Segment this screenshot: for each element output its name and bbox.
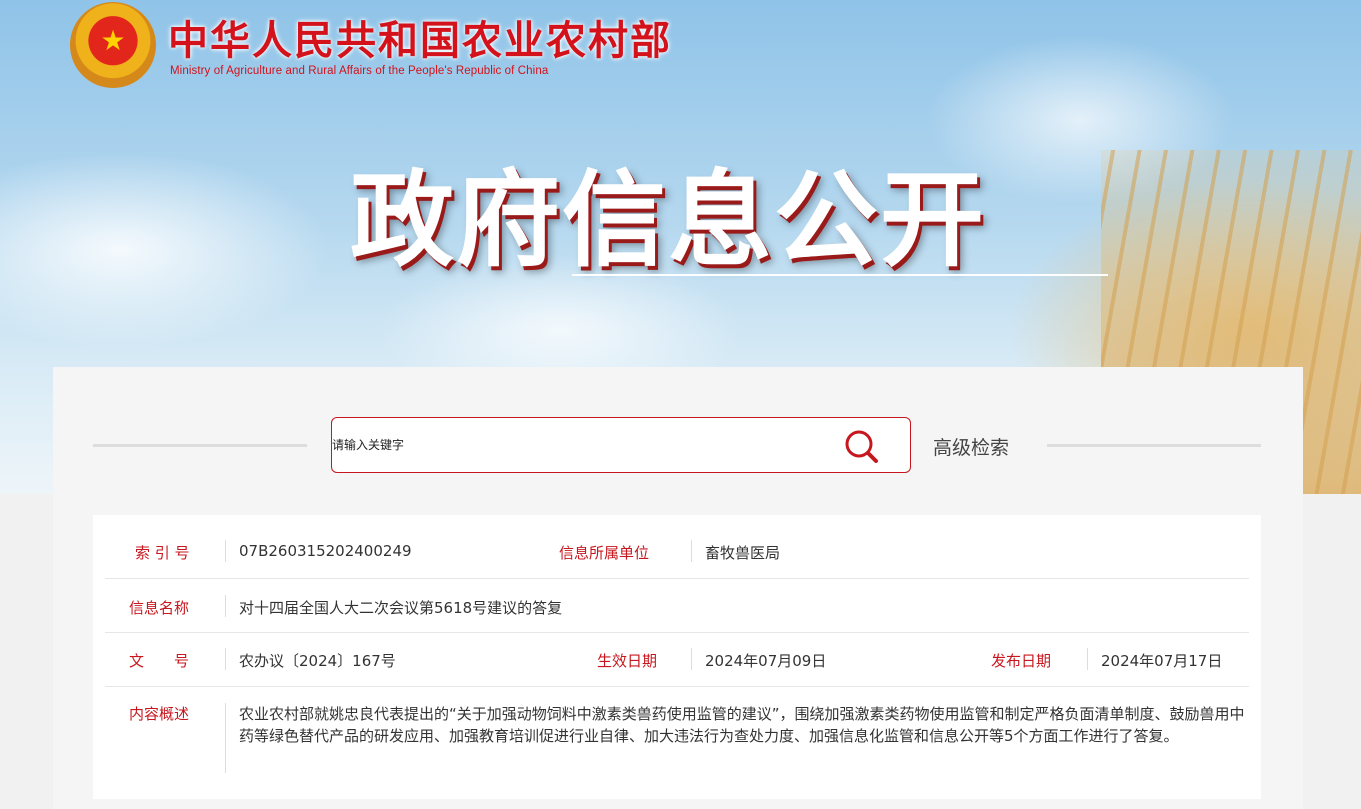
search-icon[interactable]: [842, 427, 882, 467]
national-emblem-icon[interactable]: ★: [70, 2, 156, 88]
index-value: 07B260315202400249: [239, 542, 412, 560]
name-value: 对十四届全国人大二次会议第5618号建议的答复: [239, 599, 563, 617]
search-input[interactable]: [332, 418, 812, 472]
row-separator: [225, 540, 226, 562]
search-bar: 高级检索: [93, 417, 1261, 475]
info-row-name: 信息名称 对十四届全国人大二次会议第5618号建议的答复: [105, 595, 1249, 633]
row-separator: [691, 648, 692, 670]
info-row-index: 索 引 号 07B260315202400249 信息所属单位 畜牧兽医局: [105, 540, 1249, 579]
search-box: [331, 417, 911, 473]
effective-value: 2024年07月09日: [705, 652, 827, 670]
star-icon: ★: [100, 24, 126, 57]
search-divider-left: [93, 444, 307, 447]
row-separator: [691, 540, 692, 562]
summary-value: 农业农村部就姚忠良代表提出的“关于加强动物饲料中激素类兽药使用监管的建议”，围绕…: [239, 705, 1245, 745]
effective-label: 生效日期: [597, 652, 658, 670]
ministry-name-cn[interactable]: 中华人民共和国农业农村部: [168, 8, 672, 66]
info-row-summary: 内容概述 农业农村部就姚忠良代表提出的“关于加强动物饲料中激素类兽药使用监管的建…: [105, 703, 1249, 783]
doc-label: 文 号: [129, 652, 190, 670]
ministry-name-en[interactable]: Ministry of Agriculture and Rural Affair…: [170, 65, 548, 77]
name-label: 信息名称: [129, 599, 190, 617]
doc-value: 农办议〔2024〕167号: [239, 652, 396, 670]
row-separator: [225, 595, 226, 617]
hero-divider: [572, 274, 1108, 276]
row-separator: [225, 648, 226, 670]
unit-value: 畜牧兽医局: [705, 544, 781, 562]
index-label: 索 引 号: [135, 544, 190, 562]
unit-label: 信息所属单位: [559, 544, 650, 562]
info-table: 索 引 号 07B260315202400249 信息所属单位 畜牧兽医局 信息…: [93, 515, 1261, 799]
summary-label: 内容概述: [129, 705, 190, 723]
info-row-doc: 文 号 农办议〔2024〕167号 生效日期 2024年07月09日 发布日期 …: [105, 648, 1249, 687]
search-divider-right: [1047, 444, 1261, 447]
publish-label: 发布日期: [991, 652, 1052, 670]
page-hero-title: 政府信息公开: [350, 159, 987, 281]
advanced-search-link[interactable]: 高级检索: [933, 433, 1009, 460]
publish-value: 2024年07月17日: [1101, 652, 1223, 670]
row-separator: [1087, 648, 1088, 670]
row-separator: [225, 703, 226, 773]
